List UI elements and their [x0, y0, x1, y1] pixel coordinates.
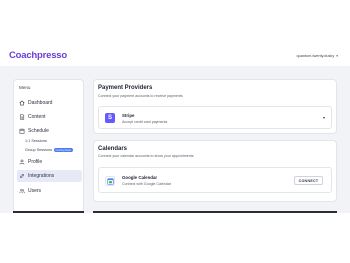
sidebar-item-label: Content	[28, 114, 46, 120]
document-icon	[19, 114, 25, 120]
payment-providers-title: Payment Providers	[98, 85, 153, 91]
sidebar-item-dashboard[interactable]: Dashboard	[17, 97, 82, 109]
coming-soon-badge: Coming Soon	[54, 148, 73, 153]
calendars-subtitle: Connect your calendar accounts to show y…	[98, 154, 194, 158]
sidebar-item-label: Schedule	[28, 128, 49, 134]
payment-providers-card: Payment Providers Connect your payment a…	[93, 79, 337, 134]
connect-button[interactable]: CONNECT	[294, 176, 323, 185]
calendar-icon	[19, 128, 25, 134]
sidebar-item-label: Users	[28, 188, 42, 194]
menu-title: Menu	[19, 85, 31, 90]
sidebar-subitem-label: 1:1 Sessions	[25, 139, 47, 143]
google-calendar-icon	[105, 176, 115, 186]
sidebar-item-integrations[interactable]: Integrations	[17, 170, 82, 182]
sidebar-subitem-label: Group Sessions	[25, 148, 53, 153]
sidebar-item-label: Profile	[28, 159, 43, 165]
calendars-title: Calendars	[98, 146, 128, 152]
users-icon	[19, 188, 25, 194]
sidebar-item-content[interactable]: Content	[17, 111, 82, 123]
sidebar-item-profile[interactable]: Profile	[17, 156, 82, 168]
sidebar-item-users[interactable]: Users	[17, 185, 82, 197]
user-name: quantum-twenty.dusky	[296, 54, 335, 58]
google-calendar-description: Connect with Google Calendar	[122, 181, 171, 186]
sidebar-item-label: Dashboard	[28, 100, 53, 106]
stripe-description: Accept credit card payments	[122, 119, 168, 124]
sidebar: Menu Dashboard Content Schedule 1:1 Sess…	[13, 79, 84, 213]
stripe-icon: S	[105, 113, 115, 123]
home-icon	[19, 100, 25, 106]
calendars-card: Calendars Connect your calendar accounts…	[93, 140, 337, 202]
top-bar: Coachpresso quantum-twenty.dusky ▾	[0, 0, 350, 66]
sidebar-subitem-one-on-one[interactable]: 1:1 Sessions	[25, 139, 47, 143]
user-menu[interactable]: quantum-twenty.dusky ▾	[297, 54, 338, 58]
payment-providers-subtitle: Connect your payment accounts to receive…	[98, 94, 183, 98]
link-icon	[19, 173, 25, 179]
bottom-area	[0, 213, 350, 263]
google-calendar-row: Google Calendar Connect with Google Cale…	[98, 167, 332, 193]
person-icon	[19, 159, 25, 165]
sidebar-item-schedule[interactable]: Schedule	[17, 125, 82, 137]
chevron-down-icon: ▾	[336, 54, 338, 58]
google-calendar-name: Google Calendar	[122, 175, 158, 180]
stripe-name: Stripe	[122, 113, 135, 118]
sidebar-item-label: Integrations	[28, 173, 55, 179]
stripe-row[interactable]: S Stripe Accept credit card payments ▾	[98, 106, 332, 129]
chevron-down-icon[interactable]: ▾	[323, 115, 325, 120]
sidebar-subitem-group-sessions[interactable]: Group Sessions Coming Soon	[25, 148, 73, 153]
app-logo[interactable]: Coachpresso	[9, 50, 67, 61]
